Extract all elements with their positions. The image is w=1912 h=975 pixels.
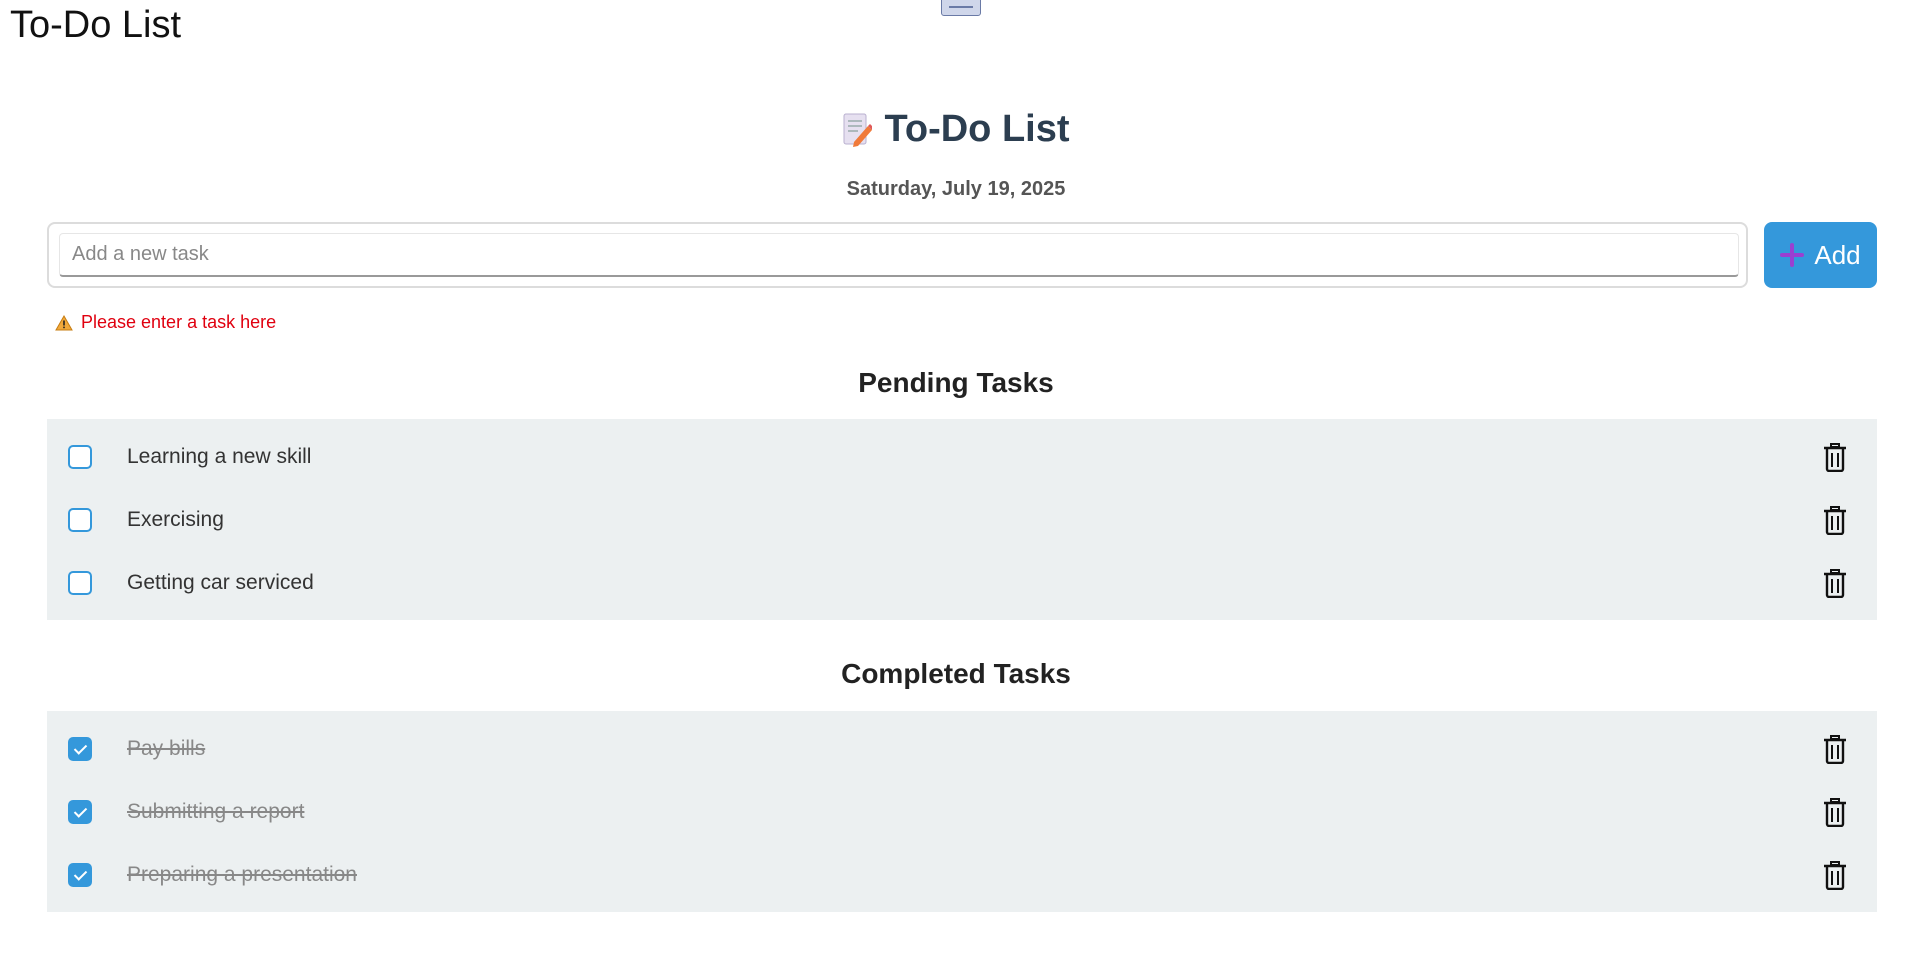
task-label: Submitting a report	[127, 799, 305, 823]
window-title: To-Do List	[10, 4, 182, 46]
app-heading: To-Do List	[0, 108, 1912, 151]
task-input-container	[47, 222, 1748, 288]
add-task-button[interactable]: Add	[1764, 222, 1877, 288]
completed-task-list: Pay bills Submitting a report Preparing …	[47, 711, 1877, 912]
drag-handle-icon[interactable]	[941, 0, 981, 16]
task-row: Learning a new skill	[47, 425, 1877, 488]
plus-icon	[1780, 243, 1805, 267]
trash-icon[interactable]	[1822, 442, 1848, 472]
warning-icon	[55, 314, 73, 331]
trash-icon[interactable]	[1822, 734, 1848, 764]
task-checkbox-checked[interactable]	[68, 736, 92, 761]
add-button-label: Add	[1814, 239, 1861, 270]
task-checkbox[interactable]	[68, 444, 92, 469]
task-row: Getting car serviced	[47, 551, 1877, 614]
task-row: Pay bills	[47, 717, 1877, 780]
trash-icon[interactable]	[1822, 568, 1848, 598]
completed-tasks-heading: Completed Tasks	[841, 658, 1071, 689]
task-label: Getting car serviced	[127, 570, 314, 594]
task-label: Preparing a presentation	[127, 862, 357, 886]
task-row: Preparing a presentation	[47, 843, 1877, 906]
task-row: Exercising	[47, 488, 1877, 551]
trash-icon[interactable]	[1822, 797, 1848, 827]
task-label: Learning a new skill	[127, 444, 312, 468]
trash-icon[interactable]	[1822, 505, 1848, 535]
current-date: Saturday, July 19, 2025	[846, 178, 1066, 200]
error-message: Please enter a task here	[81, 312, 277, 332]
task-label: Pay bills	[127, 736, 206, 760]
task-checkbox-checked[interactable]	[68, 799, 92, 824]
task-row: Submitting a report	[47, 780, 1877, 843]
pending-tasks-heading: Pending Tasks	[858, 367, 1054, 398]
task-label: Exercising	[127, 507, 224, 531]
task-checkbox[interactable]	[68, 570, 92, 595]
task-checkbox-checked[interactable]	[68, 862, 92, 887]
trash-icon[interactable]	[1822, 860, 1848, 890]
app-title: To-Do List	[884, 108, 1070, 150]
new-task-input[interactable]	[59, 233, 1739, 277]
memo-icon	[842, 112, 875, 148]
task-checkbox[interactable]	[68, 507, 92, 532]
validation-error: Please enter a task here	[55, 312, 276, 333]
pending-task-list: Learning a new skill Exercising Getting …	[47, 419, 1877, 620]
